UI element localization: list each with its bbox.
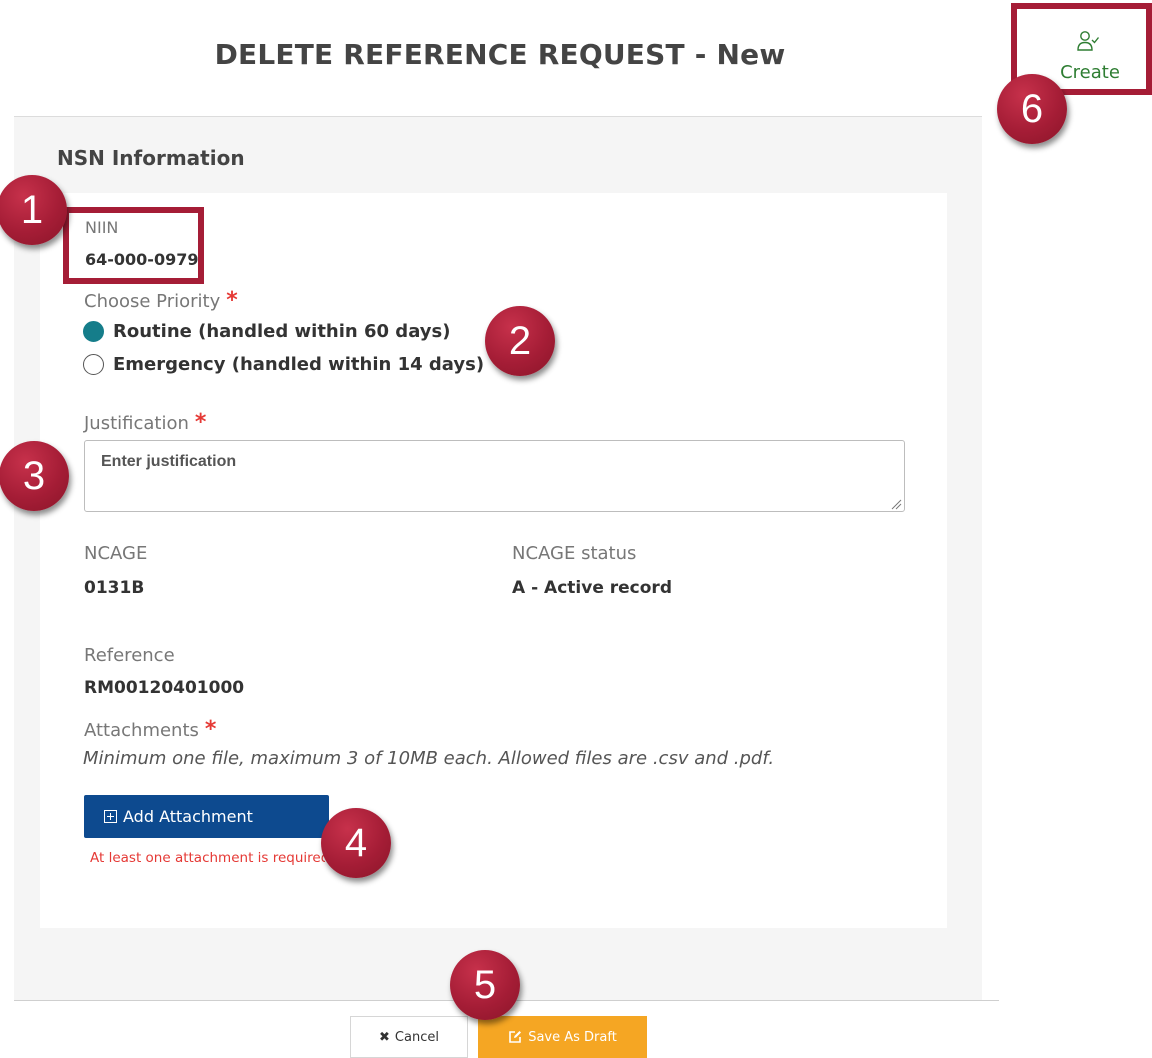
justification-label-text: Justification (84, 413, 189, 434)
attachments-hint: Minimum one file, maximum 3 of 10MB each… (83, 748, 775, 769)
save-draft-button[interactable]: Save As Draft (478, 1016, 647, 1058)
attachments-label: Attachments * (84, 717, 216, 742)
add-attachment-button[interactable]: Add Attachment (84, 795, 329, 838)
edit-icon (509, 1031, 522, 1043)
callout-badge-3: 3 (0, 441, 69, 511)
priority-label: Choose Priority * (84, 288, 238, 313)
cancel-label: Cancel (394, 1029, 439, 1045)
resize-handle-icon[interactable] (890, 498, 902, 510)
callout-badge-5: 5 (450, 950, 520, 1020)
priority-option-routine[interactable]: Routine (handled within 60 days) (83, 321, 450, 342)
callout-badge-6: 6 (997, 74, 1067, 144)
priority-label-text: Choose Priority (84, 291, 221, 312)
required-mark: * (194, 410, 207, 435)
priority-option-label: Routine (handled within 60 days) (113, 321, 451, 342)
section-title: NSN Information (57, 146, 245, 170)
plus-square-icon (104, 810, 117, 823)
radio-routine[interactable] (83, 321, 104, 342)
cancel-button[interactable]: ✖ Cancel (350, 1016, 468, 1058)
close-icon: ✖ (379, 1029, 390, 1045)
ncage-status-label: NCAGE status (512, 543, 637, 564)
callout-badge-1: 1 (0, 175, 67, 245)
justification-label: Justification * (84, 410, 206, 435)
ncage-status-value: A - Active record (512, 578, 672, 598)
save-draft-label: Save As Draft (528, 1029, 617, 1045)
reference-label: Reference (84, 645, 175, 666)
required-mark: * (204, 717, 217, 742)
add-attachment-label: Add Attachment (123, 807, 253, 826)
attachments-label-text: Attachments (84, 720, 199, 741)
callout-badge-4: 4 (321, 808, 391, 878)
priority-option-emergency[interactable]: Emergency (handled within 14 days) (83, 354, 484, 375)
reference-value: RM00120401000 (84, 678, 245, 698)
highlight-niin (63, 207, 204, 284)
ncage-value: 0131B (84, 578, 145, 598)
attachment-error-message: At least one attachment is required (90, 850, 325, 866)
justification-input[interactable] (84, 440, 905, 512)
radio-emergency[interactable] (83, 354, 104, 375)
callout-badge-2: 2 (485, 306, 555, 376)
priority-option-label: Emergency (handled within 14 days) (113, 354, 485, 375)
required-mark: * (226, 288, 238, 313)
page-title: DELETE REFERENCE REQUEST - New (214, 38, 786, 71)
ncage-label: NCAGE (84, 543, 148, 564)
